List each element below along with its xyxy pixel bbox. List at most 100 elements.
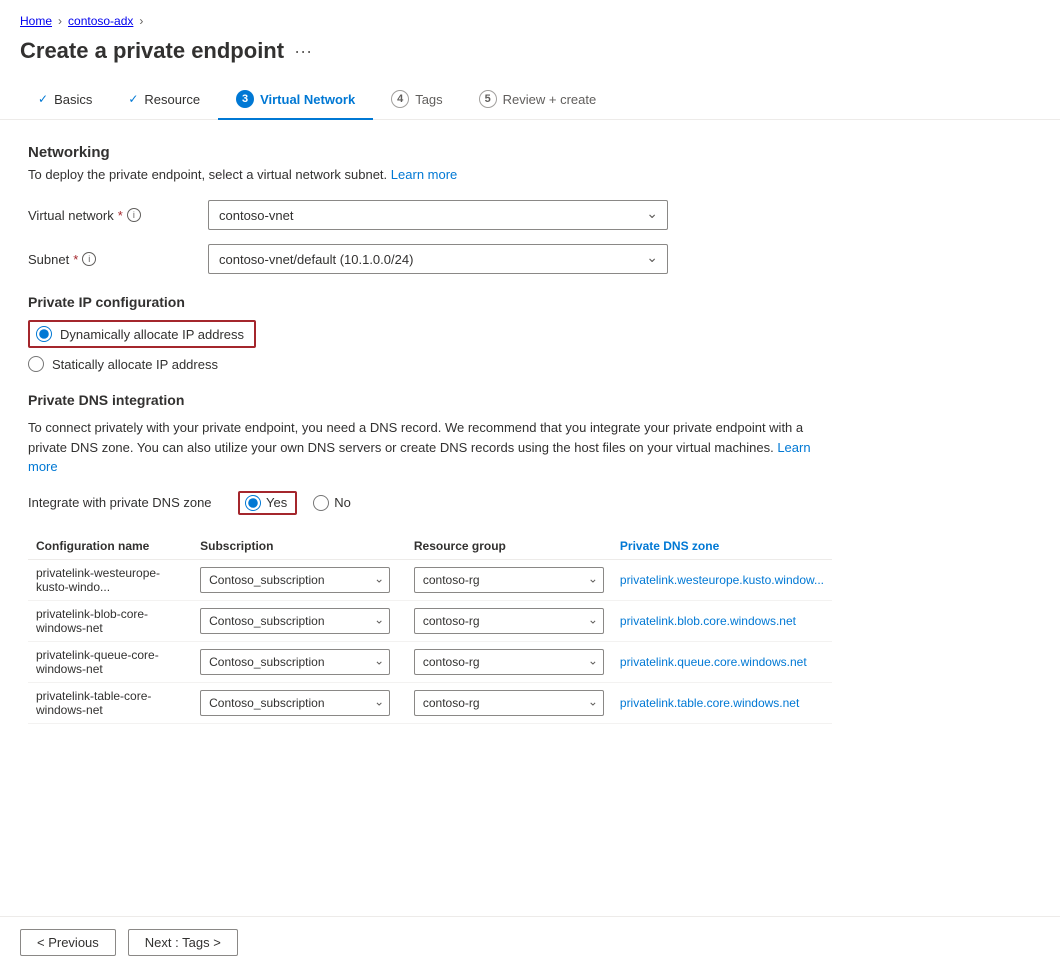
subnet-select[interactable]: contoso-vnet/default (10.1.0.0/24) bbox=[208, 244, 668, 274]
integrate-dns-row: Integrate with private DNS zone Yes No bbox=[28, 491, 832, 515]
tab-tags[interactable]: 4 Tags bbox=[373, 80, 460, 120]
dns-subscription-cell: Contoso_subscription bbox=[192, 641, 406, 682]
check-icon-basics: ✓ bbox=[38, 92, 48, 106]
tab-review-label: Review + create bbox=[503, 92, 597, 107]
home-link[interactable]: Home bbox=[20, 14, 52, 28]
virtual-network-required: * bbox=[118, 208, 123, 223]
dns-config-name: privatelink-blob-core-windows-net bbox=[28, 600, 192, 641]
dns-subscription-select-wrapper: Contoso_subscription bbox=[200, 690, 390, 716]
dns-rg-select-wrapper: contoso-rg bbox=[414, 608, 604, 634]
dns-rg-select[interactable]: contoso-rg bbox=[414, 649, 604, 675]
contoso-link[interactable]: contoso-adx bbox=[68, 14, 133, 28]
dns-zone-value: privatelink.queue.core.windows.net bbox=[612, 641, 832, 682]
next-button[interactable]: Next : Tags > bbox=[128, 929, 238, 956]
dns-yes-option[interactable]: Yes bbox=[238, 491, 297, 515]
virtual-network-label: Virtual network * i bbox=[28, 208, 208, 223]
main-content: Networking To deploy the private endpoin… bbox=[0, 120, 860, 748]
previous-button[interactable]: < Previous bbox=[20, 929, 116, 956]
dns-subscription-select[interactable]: Contoso_subscription bbox=[200, 649, 390, 675]
more-options-icon[interactable]: ··· bbox=[294, 41, 312, 62]
dns-zone-value: privatelink.table.core.windows.net bbox=[612, 682, 832, 723]
subnet-row: Subnet * i contoso-vnet/default (10.1.0.… bbox=[28, 244, 832, 274]
dns-rg-select-wrapper: contoso-rg bbox=[414, 567, 604, 593]
dns-no-radio[interactable] bbox=[313, 495, 329, 511]
dns-zone-value: privatelink.blob.core.windows.net bbox=[612, 600, 832, 641]
static-ip-label: Statically allocate IP address bbox=[52, 357, 218, 372]
table-row: privatelink-blob-core-windows-net Contos… bbox=[28, 600, 832, 641]
col-header-name: Configuration name bbox=[28, 533, 192, 560]
dynamic-ip-label: Dynamically allocate IP address bbox=[60, 327, 244, 342]
tab-num-virtual-network: 3 bbox=[236, 90, 254, 108]
dns-config-name: privatelink-westeurope-kusto-windo... bbox=[28, 559, 192, 600]
tab-resource-label: Resource bbox=[144, 92, 200, 107]
dns-yes-label: Yes bbox=[266, 495, 287, 510]
dns-subscription-cell: Contoso_subscription bbox=[192, 559, 406, 600]
dns-rg-select[interactable]: contoso-rg bbox=[414, 567, 604, 593]
dns-subscription-select-wrapper: Contoso_subscription bbox=[200, 649, 390, 675]
subnet-required: * bbox=[73, 252, 78, 267]
dns-subscription-select[interactable]: Contoso_subscription bbox=[200, 567, 390, 593]
dns-subscription-select-wrapper: Contoso_subscription bbox=[200, 608, 390, 634]
col-header-subscription: Subscription bbox=[192, 533, 406, 560]
tab-basics-label: Basics bbox=[54, 92, 92, 107]
dns-rg-select[interactable]: contoso-rg bbox=[414, 690, 604, 716]
dynamic-ip-option[interactable]: Dynamically allocate IP address bbox=[28, 320, 256, 348]
dns-rg-cell: contoso-rg bbox=[406, 641, 612, 682]
dns-subscription-select[interactable]: Contoso_subscription bbox=[200, 608, 390, 634]
dns-subscription-select[interactable]: Contoso_subscription bbox=[200, 690, 390, 716]
dns-desc: To connect privately with your private e… bbox=[28, 418, 832, 477]
dynamic-ip-radio[interactable] bbox=[36, 326, 52, 342]
private-dns-title: Private DNS integration bbox=[28, 392, 832, 408]
dns-table: Configuration name Subscription Resource… bbox=[28, 533, 832, 724]
tab-num-tags: 4 bbox=[391, 90, 409, 108]
dns-rg-cell: contoso-rg bbox=[406, 559, 612, 600]
footer: < Previous Next : Tags > bbox=[0, 916, 1060, 968]
breadcrumb: Home › contoso-adx › bbox=[0, 0, 1060, 34]
static-ip-option[interactable]: Statically allocate IP address bbox=[28, 356, 832, 372]
private-ip-title: Private IP configuration bbox=[28, 294, 832, 310]
wizard-tabs: ✓ Basics ✓ Resource 3 Virtual Network 4 … bbox=[0, 80, 1060, 120]
tab-virtual-network[interactable]: 3 Virtual Network bbox=[218, 80, 373, 120]
virtual-network-info-icon[interactable]: i bbox=[127, 208, 141, 222]
tab-review[interactable]: 5 Review + create bbox=[461, 80, 615, 120]
private-ip-radio-group: Dynamically allocate IP address Statical… bbox=[28, 320, 832, 372]
static-ip-radio[interactable] bbox=[28, 356, 44, 372]
integrate-dns-label: Integrate with private DNS zone bbox=[28, 495, 238, 510]
check-icon-resource: ✓ bbox=[128, 92, 138, 106]
dns-no-label: No bbox=[334, 495, 351, 510]
tab-virtual-network-label: Virtual Network bbox=[260, 92, 355, 107]
networking-desc: To deploy the private endpoint, select a… bbox=[28, 167, 832, 182]
tab-tags-label: Tags bbox=[415, 92, 442, 107]
page-title-section: Create a private endpoint ··· bbox=[0, 34, 1060, 80]
networking-title: Networking bbox=[28, 144, 832, 161]
dns-yes-radio[interactable] bbox=[245, 495, 261, 511]
dns-subscription-select-wrapper: Contoso_subscription bbox=[200, 567, 390, 593]
tab-basics[interactable]: ✓ Basics bbox=[20, 82, 110, 119]
col-header-dns: Private DNS zone bbox=[612, 533, 832, 560]
table-row: privatelink-westeurope-kusto-windo... Co… bbox=[28, 559, 832, 600]
virtual-network-row: Virtual network * i contoso-vnet bbox=[28, 200, 832, 230]
table-row: privatelink-queue-core-windows-net Conto… bbox=[28, 641, 832, 682]
dns-rg-cell: contoso-rg bbox=[406, 600, 612, 641]
dns-no-option[interactable]: No bbox=[313, 495, 351, 511]
subnet-label: Subnet * i bbox=[28, 252, 208, 267]
dns-rg-cell: contoso-rg bbox=[406, 682, 612, 723]
subnet-select-wrapper: contoso-vnet/default (10.1.0.0/24) bbox=[208, 244, 668, 274]
networking-learn-more-link[interactable]: Learn more bbox=[391, 167, 457, 182]
tab-num-review: 5 bbox=[479, 90, 497, 108]
dns-rg-select[interactable]: contoso-rg bbox=[414, 608, 604, 634]
dns-subscription-cell: Contoso_subscription bbox=[192, 600, 406, 641]
virtual-network-select[interactable]: contoso-vnet bbox=[208, 200, 668, 230]
table-row: privatelink-table-core-windows-net Conto… bbox=[28, 682, 832, 723]
dns-subscription-cell: Contoso_subscription bbox=[192, 682, 406, 723]
dns-config-name: privatelink-queue-core-windows-net bbox=[28, 641, 192, 682]
dns-zone-value: privatelink.westeurope.kusto.window... bbox=[612, 559, 832, 600]
tab-resource[interactable]: ✓ Resource bbox=[110, 82, 218, 119]
dns-rg-select-wrapper: contoso-rg bbox=[414, 649, 604, 675]
page-title: Create a private endpoint bbox=[20, 38, 284, 64]
subnet-info-icon[interactable]: i bbox=[82, 252, 96, 266]
dns-config-name: privatelink-table-core-windows-net bbox=[28, 682, 192, 723]
dns-rg-select-wrapper: contoso-rg bbox=[414, 690, 604, 716]
virtual-network-select-wrapper: contoso-vnet bbox=[208, 200, 668, 230]
dns-zone-radio-group: Yes No bbox=[238, 491, 351, 515]
